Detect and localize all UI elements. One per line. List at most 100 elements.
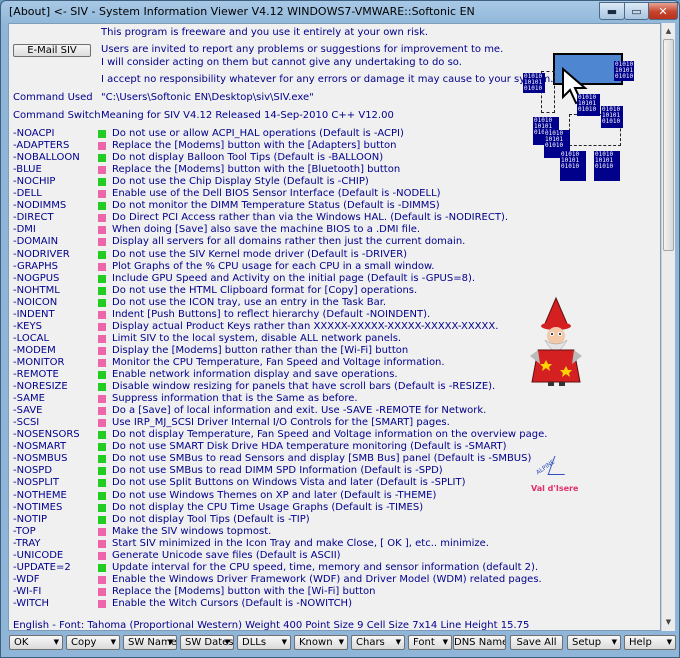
switch-description: Disable window resizing for panels that … — [112, 381, 496, 393]
freeware-notice: This program is freeware and you use it … — [101, 27, 429, 38]
binary-block: 01010 10101 01010 — [523, 73, 545, 93]
switch-description: Update interval for the CPU speed, time,… — [112, 561, 539, 573]
switch-name: -ADAPTERS — [13, 140, 70, 152]
switch-description: Do not use the HTML Clipboard format for… — [112, 284, 418, 296]
disabled-square-icon — [98, 142, 106, 151]
chevron-down-icon[interactable]: ▼ — [225, 636, 230, 649]
disabled-square-icon — [98, 551, 106, 560]
setup-button[interactable]: Setup ▼ — [567, 635, 621, 650]
help-button[interactable]: Help ▼ — [624, 635, 676, 650]
enabled-square-icon — [98, 467, 106, 476]
binary-block: 01010 10101 01010 — [577, 94, 600, 116]
switch-name: -KEYS — [13, 320, 42, 332]
switch-description: Use IRP_MJ_SCSI Driver Internal I/O Cont… — [112, 417, 450, 429]
switch-description: Suppress information that is the Same as… — [112, 393, 358, 405]
switch-name: -SCSI — [13, 417, 40, 429]
chevron-down-icon[interactable]: ▼ — [111, 636, 116, 649]
command-used-value: "C:\Users\Softonic EN\Desktop\siv\SIV.ex… — [101, 92, 314, 103]
enabled-square-icon — [98, 479, 106, 488]
switch-description: Enable the Witch Cursors (Default is -NO… — [112, 597, 352, 609]
copy-button[interactable]: Copy ▼ — [66, 635, 120, 650]
switch-name: -NOTIP — [13, 513, 48, 525]
switch-description: Do not monitor the DIMM Temperature Stat… — [112, 200, 440, 212]
chevron-down-icon[interactable]: ▼ — [667, 636, 672, 649]
button-label: Known — [299, 637, 333, 648]
dns-names-button[interactable]: DNS Names — [453, 635, 506, 650]
enabled-square-icon — [98, 515, 106, 524]
logo-text: Val d'Isere — [531, 484, 579, 493]
switch-name: -WDF — [13, 573, 40, 585]
button-label: Setup — [572, 637, 602, 648]
disabled-square-icon — [98, 599, 106, 608]
switch-name: -BLUE — [13, 164, 42, 176]
switch-description: Do not display Tool Tips (Default is -TI… — [112, 513, 310, 525]
switch-name: -WITCH — [13, 597, 50, 609]
title-bar[interactable]: [About] <- SIV - System Information View… — [1, 1, 679, 23]
consider-notice: I will consider acting on them but canno… — [101, 57, 462, 68]
chevron-down-icon[interactable]: ▼ — [612, 636, 617, 649]
chevron-down-icon[interactable]: ▼ — [168, 636, 173, 649]
button-label: Chars — [356, 637, 385, 648]
switch-name: -NOHTML — [13, 284, 60, 296]
switch-description: Enable use of the Dell BIOS Sensor Inter… — [112, 188, 441, 200]
chevron-down-icon[interactable]: ▼ — [339, 636, 344, 649]
font-button[interactable]: Font ▼ — [408, 635, 452, 650]
minimize-button[interactable]: ▬ — [599, 2, 625, 20]
switch-description: Do not display Temperature, Fan Speed an… — [112, 429, 548, 441]
switch-name: -NOSPD — [13, 465, 53, 477]
switch-description: Generate Unicode save files (Default is … — [112, 549, 341, 561]
enabled-square-icon — [98, 130, 106, 138]
disabled-square-icon — [98, 407, 106, 416]
val-disere-logo: ALPINE Val d'Isere — [527, 454, 579, 494]
close-button[interactable]: ✕ — [648, 2, 678, 20]
sw-names-button[interactable]: SW Names ▼ — [123, 635, 177, 650]
scroll-thumb[interactable] — [663, 39, 674, 251]
ok-button[interactable]: OK ▼ — [9, 635, 63, 650]
enabled-square-icon — [98, 443, 106, 452]
switch-name: -NOTIMES — [13, 501, 63, 513]
chevron-down-icon[interactable]: ▼ — [54, 636, 59, 649]
switch-description: Replace the [Modems] button with the [Wi… — [112, 585, 376, 597]
switch-description: Replace the [Modems] button with the [Ad… — [112, 140, 397, 152]
chevron-down-icon[interactable]: ▼ — [396, 636, 401, 649]
vertical-scrollbar[interactable]: ▲ ▼ — [661, 23, 675, 631]
switch-description: Do not use or allow ACPI_HAL operations … — [112, 128, 404, 139]
siv-window: [About] <- SIV - System Information View… — [0, 0, 680, 658]
disabled-square-icon — [98, 214, 106, 223]
switch-description: Do not use SMBus to read DIMM SPD Inform… — [112, 465, 443, 477]
disabled-square-icon — [98, 322, 106, 331]
maximize-button[interactable]: ▭ — [624, 2, 649, 20]
switch-description: Start SIV minimized in the Icon Tray and… — [112, 537, 489, 549]
known-button[interactable]: Known ▼ — [294, 635, 348, 650]
chevron-down-icon[interactable]: ▼ — [443, 636, 448, 649]
switch-name: -MONITOR — [13, 356, 65, 368]
disabled-square-icon — [98, 587, 106, 596]
switch-name: -REMOTE — [13, 369, 59, 380]
switch-name: -NORESIZE — [13, 381, 68, 393]
dlls-button[interactable]: DLLs ▼ — [237, 635, 291, 650]
scroll-up-icon[interactable]: ▲ — [662, 24, 675, 38]
save-all-button[interactable]: Save All — [510, 635, 563, 650]
enabled-square-icon — [98, 491, 106, 500]
binary-block: 01010 10101 01010 — [594, 151, 620, 181]
switch-name: -NOTHEME — [13, 489, 67, 501]
disabled-square-icon — [98, 346, 106, 355]
chars-button[interactable]: Chars ▼ — [351, 635, 405, 650]
scroll-down-icon[interactable]: ▼ — [662, 615, 675, 629]
chevron-down-icon[interactable]: ▼ — [282, 636, 287, 649]
switch-description: Do not use Split Buttons on Windows Vist… — [112, 477, 466, 489]
switch-name: -UNICODE — [13, 549, 64, 561]
enabled-square-icon — [98, 298, 106, 307]
switch-description: Do not use SMBus to read Sensors and dis… — [112, 453, 532, 465]
email-siv-button[interactable]: E-Mail SIV — [13, 44, 91, 57]
switch-description: Do not display the CPU Time Usage Graphs… — [112, 501, 424, 513]
disabled-square-icon — [98, 358, 106, 367]
enabled-square-icon — [98, 431, 106, 440]
switch-description: Display the [Modems] button rather than … — [112, 344, 409, 356]
switch-description: Enable network information display and s… — [112, 369, 398, 380]
enabled-square-icon — [98, 178, 106, 187]
disabled-square-icon — [98, 539, 106, 548]
sw-dates-button[interactable]: SW Dates ▼ — [180, 635, 234, 650]
binary-block: 01010 10101 01010 — [601, 106, 623, 128]
button-bar: OK ▼ Copy ▼ SW Names ▼ SW Dates ▼ DLLs ▼ Known ▼ Cha… — [8, 635, 678, 651]
